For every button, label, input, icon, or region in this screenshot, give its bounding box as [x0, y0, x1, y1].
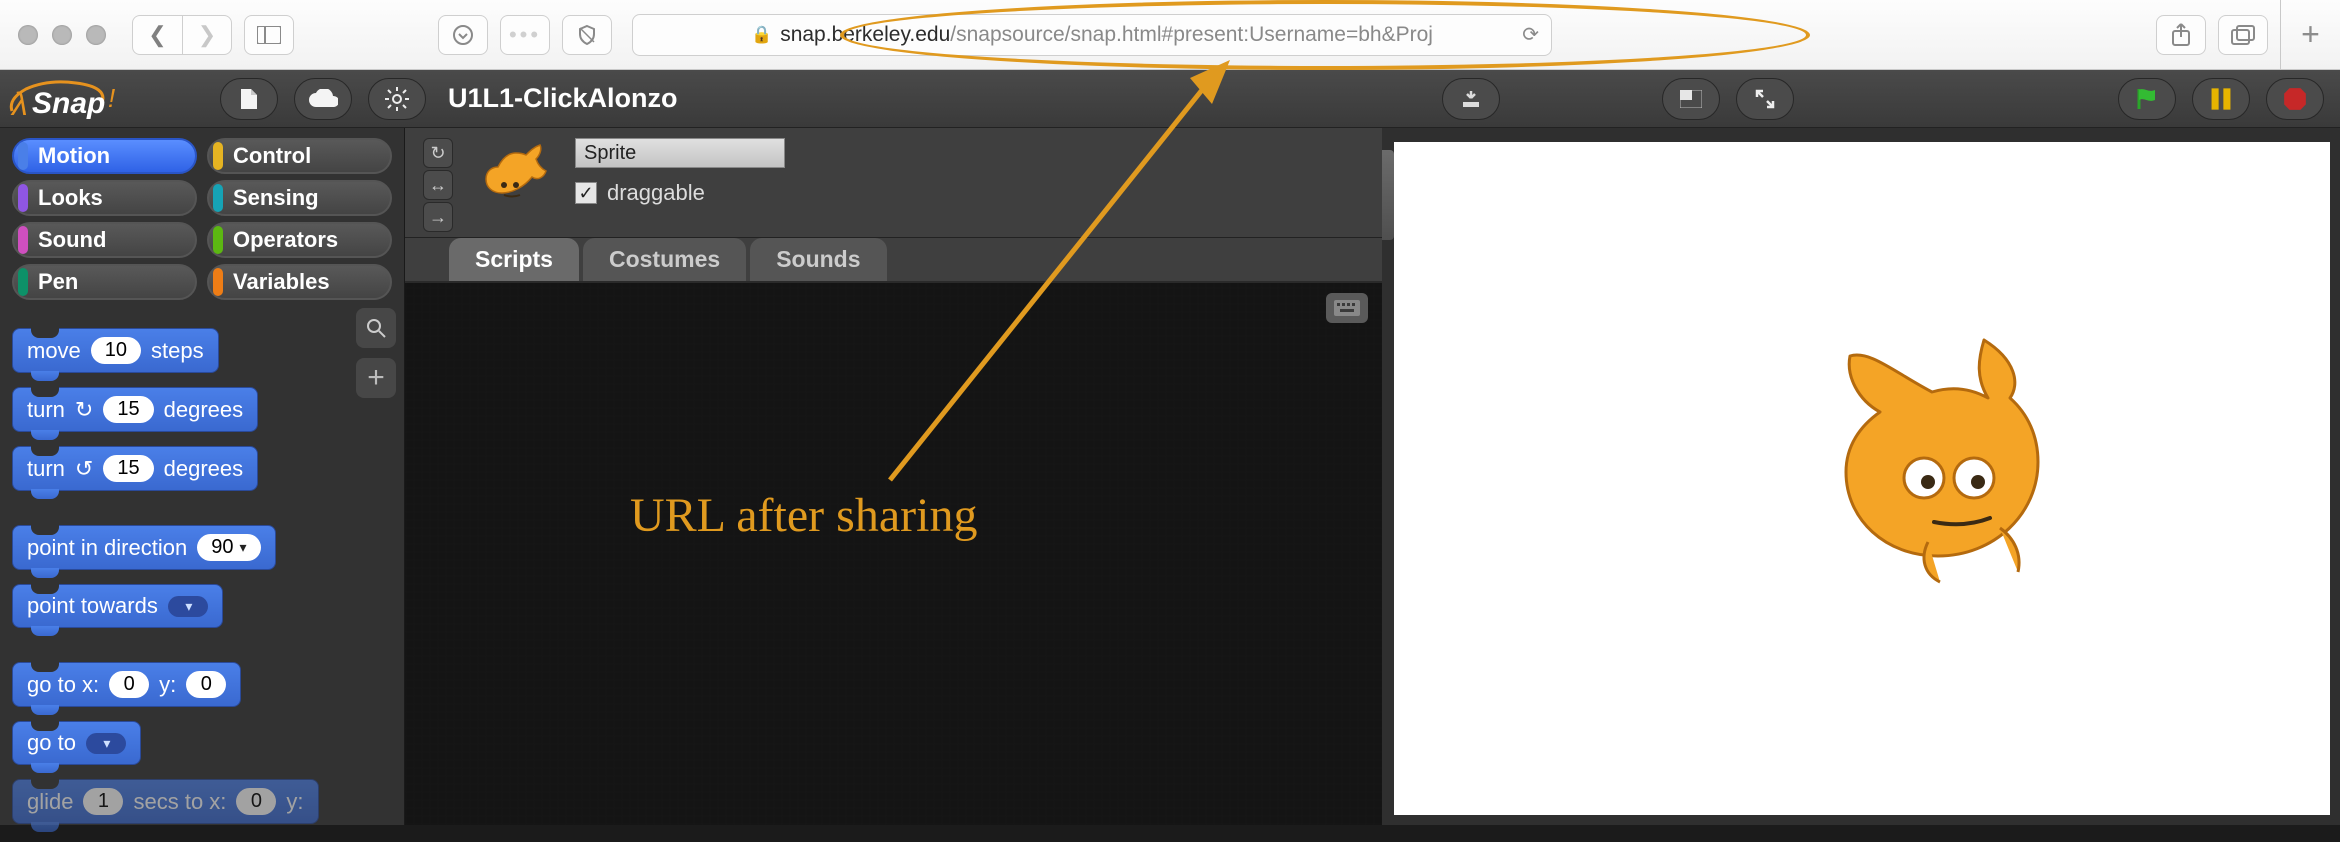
block-turn-cw[interactable]: turn↻15degrees [12, 387, 258, 432]
pause-button[interactable] [2192, 78, 2250, 120]
alonzo-sprite[interactable] [1834, 332, 2054, 592]
tabs-button[interactable] [2218, 15, 2268, 55]
url-host: snap.berkeley.edu [780, 23, 950, 47]
tab-scripts[interactable]: Scripts [449, 238, 579, 281]
safari-titlebar: ❮ ❯ ••• 🔒 snap.berkeley.edu/snapsource/s… [0, 0, 2340, 70]
draggable-label: draggable [607, 180, 705, 206]
block-move-steps[interactable]: move10steps [12, 328, 219, 373]
share-button[interactable] [2156, 15, 2206, 55]
block-palette: Motion Control Looks Sensing Sound Operators P… [0, 128, 405, 825]
category-sound[interactable]: Sound [12, 222, 197, 258]
reload-icon[interactable]: ⟳ [1522, 22, 1539, 47]
stage-area [1382, 128, 2340, 825]
fullscreen-button[interactable] [1736, 78, 1794, 120]
minimize-window[interactable] [52, 25, 72, 45]
file-menu-button[interactable] [220, 78, 278, 120]
sprite-name-input[interactable] [575, 138, 785, 168]
privacy-button[interactable] [562, 15, 612, 55]
rotation-leftright[interactable]: ↔ [423, 170, 453, 200]
make-block-button[interactable]: + [356, 358, 396, 398]
turn-ccw-icon: ↺ [75, 456, 93, 482]
tab-costumes[interactable]: Costumes [583, 238, 746, 281]
reader-button[interactable]: ••• [500, 15, 550, 55]
block-point-direction[interactable]: point in direction90▾ [12, 525, 276, 570]
back-button[interactable]: ❮ [132, 15, 182, 55]
block-point-towards[interactable]: point towards▾ [12, 584, 223, 628]
block-go-to[interactable]: go to▾ [12, 721, 141, 765]
search-blocks-button[interactable] [356, 308, 396, 348]
snap-toolbar: U1L1-ClickAlonzo [0, 70, 2340, 128]
scripting-area: ↻ ↔ → ✓ draggable Scripts Costumes Sound… [405, 128, 1382, 825]
stage[interactable] [1394, 142, 2330, 815]
svg-text:Snap: Snap [32, 87, 105, 120]
category-sensing[interactable]: Sensing [207, 180, 392, 216]
sprite-info-bar: ↻ ↔ → ✓ draggable [405, 128, 1382, 238]
window-controls [18, 25, 106, 45]
keyboard-entry-button[interactable] [1326, 293, 1368, 323]
block-glide[interactable]: glide1secs to x:0y: [12, 779, 319, 824]
editor-tabs: Scripts Costumes Sounds [405, 238, 1382, 281]
snap-app: λ Snap ! U1L1-ClickAlonzo [0, 70, 2340, 825]
annotation-text: URL after sharing [630, 488, 977, 543]
lock-icon: 🔒 [751, 25, 772, 45]
motion-blocks: move10steps turn↻15degrees turn↺15degree… [0, 310, 345, 842]
settings-menu-button[interactable] [368, 78, 426, 120]
block-turn-ccw[interactable]: turn↺15degrees [12, 446, 258, 491]
sprite-thumbnail[interactable] [471, 138, 557, 224]
turn-cw-icon: ↻ [75, 397, 93, 423]
category-operators[interactable]: Operators [207, 222, 392, 258]
new-tab-button[interactable]: + [2280, 0, 2340, 70]
url-path: /snapsource/snap.html#present:Username=b… [950, 23, 1433, 47]
draggable-row[interactable]: ✓ draggable [575, 180, 785, 206]
snap-logo[interactable]: λ Snap ! [0, 70, 205, 128]
block-goto-xy[interactable]: go to x:0y:0 [12, 662, 241, 707]
cloud-menu-button[interactable] [294, 78, 352, 120]
project-title: U1L1-ClickAlonzo [448, 83, 678, 114]
svg-text:!: ! [108, 83, 115, 113]
category-pen[interactable]: Pen [12, 264, 197, 300]
rotation-style: ↻ ↔ → [423, 138, 453, 232]
palette-tools: + [356, 308, 396, 398]
downloads-button[interactable] [438, 15, 488, 55]
sidebar-button[interactable] [244, 15, 294, 55]
rotation-none[interactable]: → [423, 202, 453, 232]
small-stage-button[interactable] [1662, 78, 1720, 120]
zoom-window[interactable] [86, 25, 106, 45]
stage-resize-handle[interactable] [1382, 150, 1394, 240]
close-window[interactable] [18, 25, 38, 45]
url-bar[interactable]: 🔒 snap.berkeley.edu/snapsource/snap.html… [632, 14, 1552, 56]
category-grid: Motion Control Looks Sensing Sound Operators P… [0, 128, 404, 310]
stop-button[interactable] [2266, 78, 2324, 120]
stage-size-button[interactable] [1442, 78, 1500, 120]
category-looks[interactable]: Looks [12, 180, 197, 216]
category-motion[interactable]: Motion [12, 138, 197, 174]
forward-button[interactable]: ❯ [182, 15, 232, 55]
category-variables[interactable]: Variables [207, 264, 392, 300]
svg-text:λ: λ [10, 86, 28, 122]
tab-sounds[interactable]: Sounds [750, 238, 886, 281]
rotation-full[interactable]: ↻ [423, 138, 453, 168]
green-flag-button[interactable] [2118, 78, 2176, 120]
scripts-canvas[interactable] [405, 281, 1382, 825]
draggable-checkbox[interactable]: ✓ [575, 182, 597, 204]
category-control[interactable]: Control [207, 138, 392, 174]
